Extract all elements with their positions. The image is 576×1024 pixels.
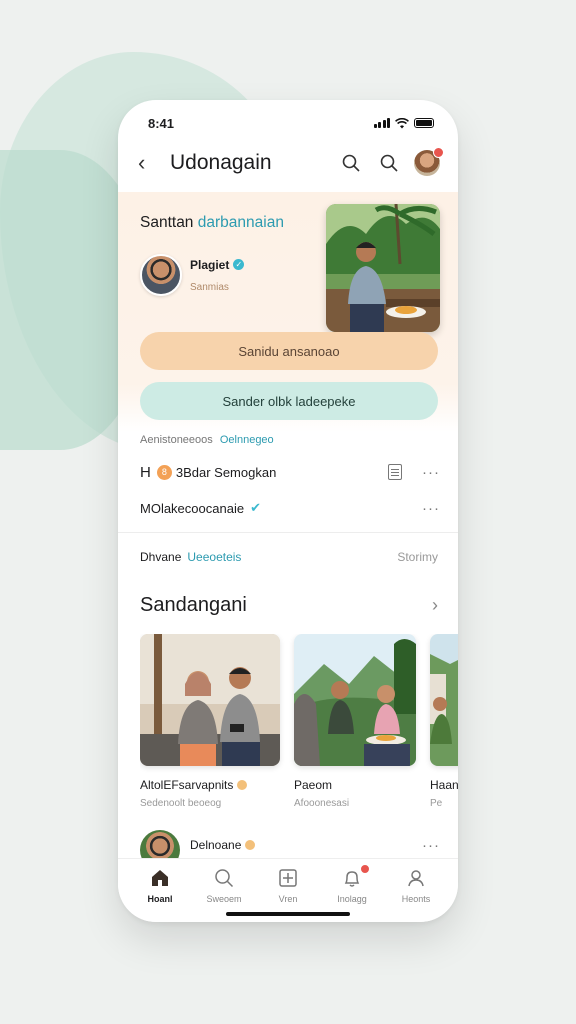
more-icon[interactable]: ··· — [422, 500, 440, 517]
user-avatar[interactable] — [414, 147, 444, 176]
meta-line: Aenistoneeoos Oelnnegeo — [140, 434, 274, 446]
meta-link[interactable]: Oelnnegeo — [220, 434, 274, 446]
tab-label: Inolagg — [337, 894, 367, 904]
row-label: MOlakecoocanaie — [140, 500, 245, 516]
more-icon[interactable]: ··· — [422, 464, 440, 481]
card-subtitle: Afooonesasi — [294, 798, 350, 809]
profile-info: Plagiet ✓ Sanmias — [190, 257, 245, 293]
primary-action-button[interactable]: Sanidu ansanoao — [140, 332, 438, 370]
list-item[interactable]: Delnoane ··· — [140, 830, 440, 870]
home-icon — [149, 867, 171, 889]
search-icon[interactable] — [340, 152, 362, 174]
status-bar: 8:41 — [148, 114, 434, 132]
media-card[interactable]: Haan Pe — [430, 634, 458, 809]
home-indicator — [226, 912, 350, 916]
grid-icon — [277, 867, 299, 889]
badge-icon — [245, 840, 256, 850]
row-badge: 8 — [156, 464, 172, 480]
tab-label: Heonts — [401, 894, 431, 904]
search-icon — [213, 867, 235, 889]
card-title-line: AltolEFsarvapnits — [140, 778, 280, 792]
badge-icon — [237, 780, 248, 790]
wifi-icon — [395, 117, 409, 128]
filter-label: Dhvane — [140, 550, 182, 564]
filter-link[interactable]: Ueeoeteis — [187, 550, 241, 564]
card-title: Paeom — [294, 778, 333, 792]
secondary-action-button[interactable]: Sander olbk ladeepeke — [140, 382, 438, 420]
card-title-line: Paeom — [294, 778, 416, 792]
hero-title-accent: darbannaian — [197, 214, 284, 231]
system-icons — [373, 117, 434, 129]
tab-home[interactable]: Hoanl — [132, 867, 188, 922]
divider — [118, 532, 458, 533]
card-image[interactable] — [430, 634, 458, 766]
row-label: 3Bdar Semogkan — [175, 464, 277, 480]
chevron-right-icon[interactable]: › — [432, 595, 438, 616]
profile-avatar[interactable] — [140, 254, 182, 296]
hero-title: Santtan darbannaian — [140, 214, 284, 232]
signal-icon — [373, 118, 390, 128]
filter-right-link[interactable]: Storimy — [397, 550, 438, 564]
card-title: Haan — [430, 778, 458, 792]
tab-label: Sweoem — [206, 894, 242, 904]
row-prefix: H — [140, 463, 151, 481]
section-header: Sandangani › — [140, 594, 438, 617]
user-icon — [405, 867, 427, 889]
media-card[interactable]: Paeom Afooonesasi — [294, 634, 416, 809]
section-title: Sandangani — [140, 594, 247, 616]
list-item[interactable]: H 8 3Bdar Semogkan ··· — [140, 460, 440, 484]
hero-title-main: Santtan — [140, 214, 194, 231]
list-item-title-line: Delnoane — [190, 838, 256, 852]
card-subtitle: Sedenoolt beoeog — [140, 798, 222, 809]
document-icon[interactable] — [388, 464, 402, 480]
tab-profile[interactable]: Heonts — [388, 867, 444, 922]
list-item[interactable]: MOlakecoocanaie ✔ ··· — [140, 496, 440, 520]
notification-badge — [360, 864, 370, 874]
tab-label: Hoanl — [147, 894, 173, 904]
card-image[interactable] — [294, 634, 416, 766]
notification-badge — [433, 147, 444, 158]
status-time: 8:41 — [148, 115, 175, 131]
card-carousel: AltolEFsarvapnits Sedenoolt beoeog Paeom… — [140, 634, 458, 814]
profile-name-line: Plagiet ✓ — [190, 257, 245, 272]
profile-name: Plagiet — [190, 257, 230, 272]
list-item-title: Delnoane — [190, 838, 242, 852]
phone-screen: 8:41 ‹ Udonagain Santtan darbannaian Pla… — [118, 100, 458, 922]
tab-label: Vren — [278, 894, 298, 904]
filter-row: Dhvane Ueeoeteis Storimy — [140, 550, 438, 564]
page-title: Udonagain — [170, 151, 272, 174]
profile-row[interactable]: Plagiet ✓ Sanmias — [140, 254, 245, 296]
more-icon[interactable]: ··· — [422, 837, 440, 854]
card-title-line: Haan — [430, 778, 458, 792]
hero-photo[interactable] — [326, 204, 440, 332]
media-card[interactable]: AltolEFsarvapnits Sedenoolt beoeog — [140, 634, 280, 809]
meta-label: Aenistoneeoos — [140, 434, 213, 446]
profile-subtitle: Sanmias — [190, 281, 229, 293]
card-title: AltolEFsarvapnits — [140, 778, 234, 792]
card-subtitle: Pe — [430, 798, 443, 809]
search-icon[interactable] — [378, 152, 400, 174]
card-image[interactable] — [140, 634, 280, 766]
battery-icon — [414, 118, 434, 128]
app-header: ‹ Udonagain — [138, 146, 444, 180]
back-chevron-icon[interactable]: ‹ — [138, 150, 158, 176]
checkmark-icon: ✔ — [250, 500, 261, 515]
verified-icon: ✓ — [233, 259, 245, 270]
